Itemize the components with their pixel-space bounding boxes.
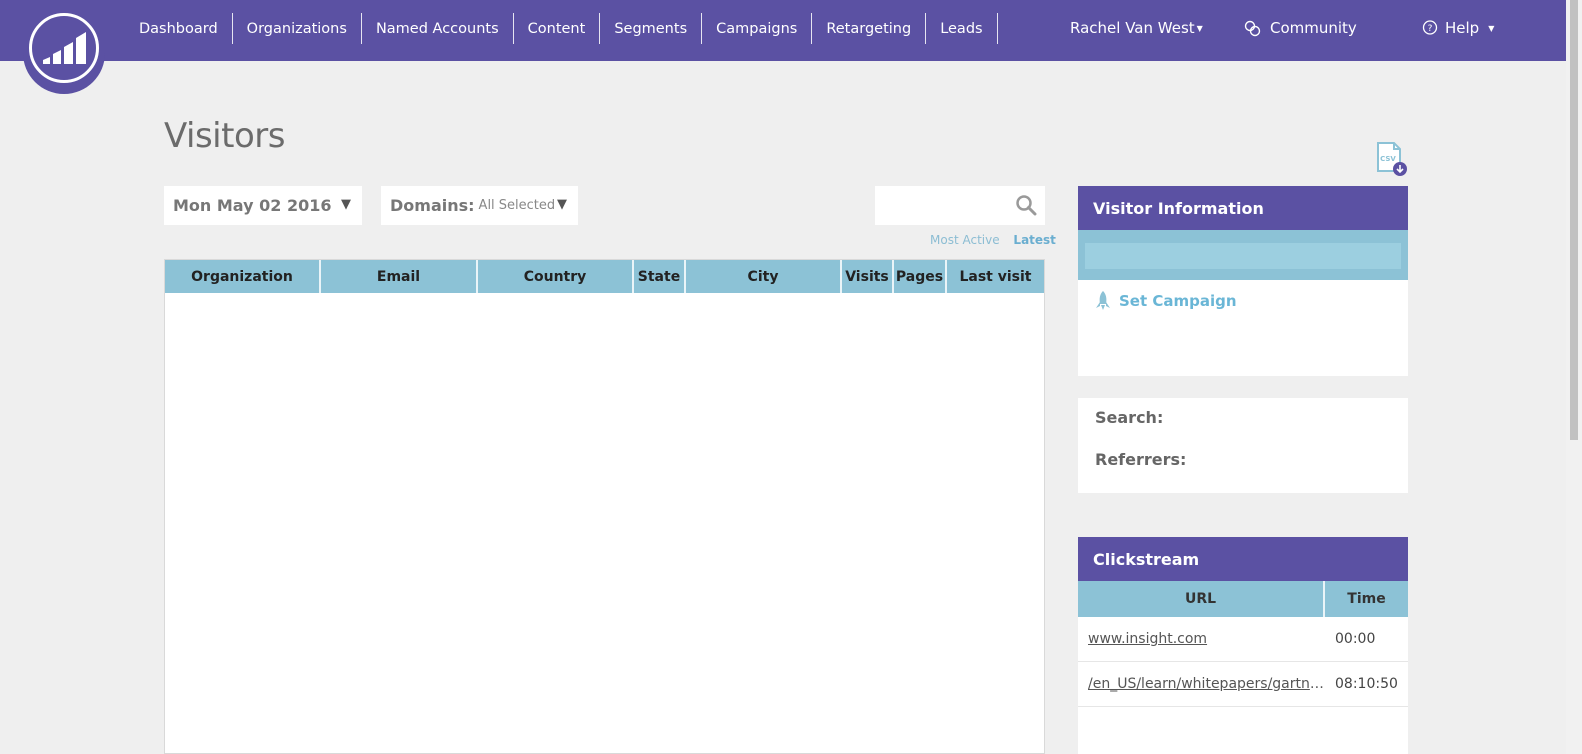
user-name: Rachel Van West: [1070, 19, 1195, 37]
clickstream-row: www.insight.com 00:00: [1078, 617, 1408, 662]
nav-item-content[interactable]: Content: [514, 13, 601, 44]
dropdown-arrow-icon: ▼: [557, 197, 567, 212]
sort-most-active-link[interactable]: Most Active: [930, 233, 1000, 247]
domains-value: All Selected: [478, 198, 556, 213]
search-referrers-panel: Search: Referrers:: [1078, 398, 1408, 493]
sort-latest-link[interactable]: Latest: [1013, 233, 1056, 247]
nav-item-dashboard[interactable]: Dashboard: [125, 13, 233, 44]
page-title: Visitors: [164, 116, 285, 156]
visitors-table-header: Organization Email Country State City Vi…: [165, 260, 1044, 293]
search-label: Search:: [1095, 408, 1164, 427]
visitor-information-title: Visitor Information: [1078, 186, 1408, 230]
visitor-information-field: [1085, 243, 1401, 269]
clickstream-panel: Clickstream URL Time www.insight.com 00:…: [1078, 537, 1408, 754]
rocket-icon: [1096, 291, 1110, 310]
domains-label: Domains:: [390, 196, 475, 215]
referrers-label: Referrers:: [1095, 450, 1187, 469]
column-header-email[interactable]: Email: [321, 260, 478, 293]
column-header-country[interactable]: Country: [478, 260, 634, 293]
user-menu[interactable]: Rachel Van West ▼: [1070, 19, 1203, 37]
column-header-last-visit[interactable]: Last visit: [947, 260, 1044, 293]
clickstream-row: /en_US/learn/whitepapers/gartne... 08:10…: [1078, 662, 1408, 707]
column-header-pages[interactable]: Pages: [894, 260, 947, 293]
search-input[interactable]: [875, 186, 1045, 225]
clickstream-time: 00:00: [1335, 631, 1376, 647]
nav-item-campaigns[interactable]: Campaigns: [702, 13, 813, 44]
sort-links: Most Active Latest: [930, 233, 1056, 247]
scrollbar-thumb[interactable]: [1570, 0, 1578, 440]
clickstream-table-header: URL Time: [1078, 581, 1408, 617]
nav-item-organizations[interactable]: Organizations: [233, 13, 362, 44]
logo[interactable]: [23, 0, 105, 94]
svg-text:CSV: CSV: [1380, 155, 1396, 163]
help-menu[interactable]: ? Help ▼: [1422, 19, 1494, 37]
community-label: Community: [1270, 19, 1357, 37]
top-nav-bar: Dashboard Organizations Named Accounts C…: [0, 0, 1566, 94]
domains-dropdown[interactable]: Domains: All Selected ▼: [381, 186, 578, 225]
column-header-time: Time: [1347, 591, 1386, 607]
column-header-city[interactable]: City: [686, 260, 842, 293]
svg-text:?: ?: [1428, 24, 1433, 34]
dropdown-arrow-icon: ▼: [341, 197, 351, 212]
nav-item-segments[interactable]: Segments: [600, 13, 703, 44]
community-link[interactable]: Community: [1244, 19, 1357, 37]
help-icon: ?: [1422, 20, 1438, 35]
search-icon[interactable]: [1015, 194, 1037, 216]
date-value: Mon May 02 2016: [173, 196, 332, 215]
clickstream-time: 08:10:50: [1335, 676, 1398, 692]
help-label: Help: [1445, 19, 1480, 37]
clickstream-url-link[interactable]: www.insight.com: [1078, 631, 1325, 647]
caret-down-icon: ▼: [1488, 23, 1495, 33]
page-scrollbar[interactable]: [1566, 0, 1582, 754]
set-campaign-link[interactable]: Set Campaign: [1096, 291, 1237, 311]
set-campaign-label: Set Campaign: [1119, 292, 1237, 310]
caret-down-icon: ▼: [1196, 24, 1203, 33]
main-nav: Dashboard Organizations Named Accounts C…: [125, 13, 998, 44]
visitor-information-bar: [1078, 230, 1408, 280]
column-header-state[interactable]: State: [634, 260, 686, 293]
column-header-organization[interactable]: Organization: [165, 260, 321, 293]
clickstream-title: Clickstream: [1078, 537, 1408, 581]
nav-item-retargeting[interactable]: Retargeting: [812, 13, 927, 44]
visitors-table: Organization Email Country State City Vi…: [164, 259, 1045, 754]
visitor-information-panel: Visitor Information Set Campaign: [1078, 186, 1408, 376]
column-header-url: URL: [1078, 581, 1325, 617]
clickstream-url-link[interactable]: /en_US/learn/whitepapers/gartne...: [1078, 676, 1325, 692]
date-picker[interactable]: Mon May 02 2016 ▼: [164, 186, 362, 225]
nav-item-leads[interactable]: Leads: [926, 13, 998, 44]
community-icon: [1244, 20, 1261, 36]
column-header-visits[interactable]: Visits: [842, 260, 894, 293]
csv-download-icon[interactable]: CSV: [1375, 141, 1407, 177]
nav-item-named-accounts[interactable]: Named Accounts: [362, 13, 514, 44]
marketo-logo-icon: [43, 32, 86, 64]
